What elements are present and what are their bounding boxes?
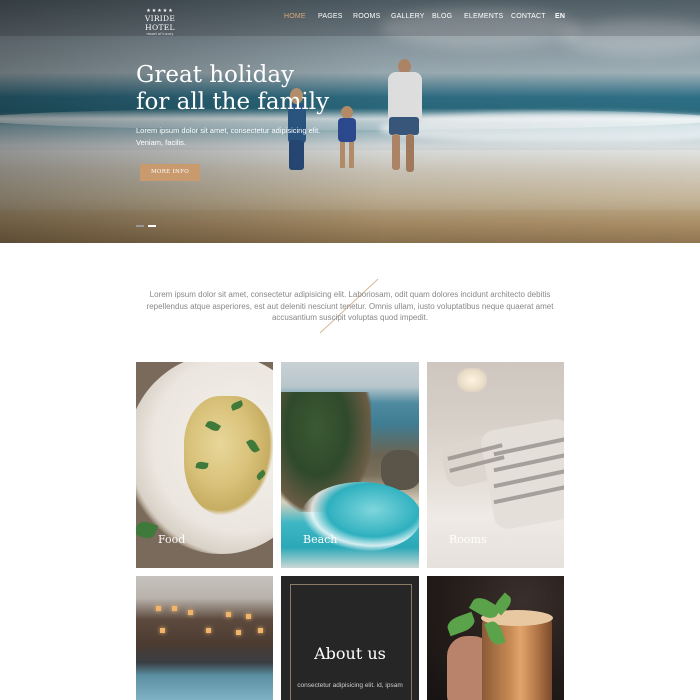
tile-rooms-label: Rooms (449, 533, 487, 546)
hotel-logo[interactable]: ★★★★★ VIRIDE HOTEL resort of luxury (136, 8, 184, 36)
intro-text: Lorem ipsum dolor sit amet, consectetur … (146, 290, 554, 322)
logo-name: VIRIDE HOTEL (144, 14, 176, 32)
pasta-image (184, 396, 273, 516)
nav-item-blog[interactable]: BLOG (432, 13, 452, 20)
about-title: About us (314, 644, 386, 663)
rock-image (381, 450, 419, 490)
hero-title: Great holiday for all the family (136, 62, 329, 116)
nav-item-home[interactable]: HOME (284, 13, 306, 20)
tile-beach[interactable]: Beach (281, 362, 419, 568)
logo-tagline: resort of luxury (146, 32, 174, 36)
slider-dot-2[interactable] (148, 225, 156, 227)
hero-subtitle: Lorem ipsum dolor sit amet, consectetur … (136, 126, 321, 147)
hero-title-line2: for all the family (136, 89, 330, 115)
nav-item-rooms[interactable]: ROOMS (353, 13, 380, 20)
nav-item-elements[interactable]: ELEMENTS (464, 13, 503, 20)
tile-rooms[interactable]: Rooms (427, 362, 564, 568)
page: Great holiday for all the family Lorem i… (0, 0, 700, 700)
language-selector[interactable]: EN (555, 13, 565, 20)
tile-drink[interactable] (427, 576, 564, 700)
top-navbar: ★★★★★ VIRIDE HOTEL resort of luxury HOME… (0, 0, 700, 36)
nav-item-pages[interactable]: PAGES (318, 13, 343, 20)
tile-resort[interactable] (136, 576, 273, 700)
nav-item-contact[interactable]: CONTACT (511, 13, 546, 20)
tile-food[interactable]: Food (136, 362, 273, 568)
hero-overlay (0, 0, 700, 243)
more-info-button[interactable]: MORE INFO (140, 164, 200, 181)
tile-about[interactable]: About us consectetur adipisicing elit. i… (281, 576, 419, 700)
hero-title-line1: Great holiday (136, 62, 295, 88)
nav-item-gallery[interactable]: GALLERY (391, 13, 425, 20)
hero-slider: Great holiday for all the family Lorem i… (0, 0, 700, 243)
lamp-image (457, 368, 487, 392)
tile-food-label: Food (158, 533, 186, 546)
tile-beach-label: Beach (303, 533, 338, 546)
about-text: consectetur adipisicing elit. id, ipsam (297, 682, 403, 689)
slider-dot-1[interactable] (136, 225, 144, 227)
